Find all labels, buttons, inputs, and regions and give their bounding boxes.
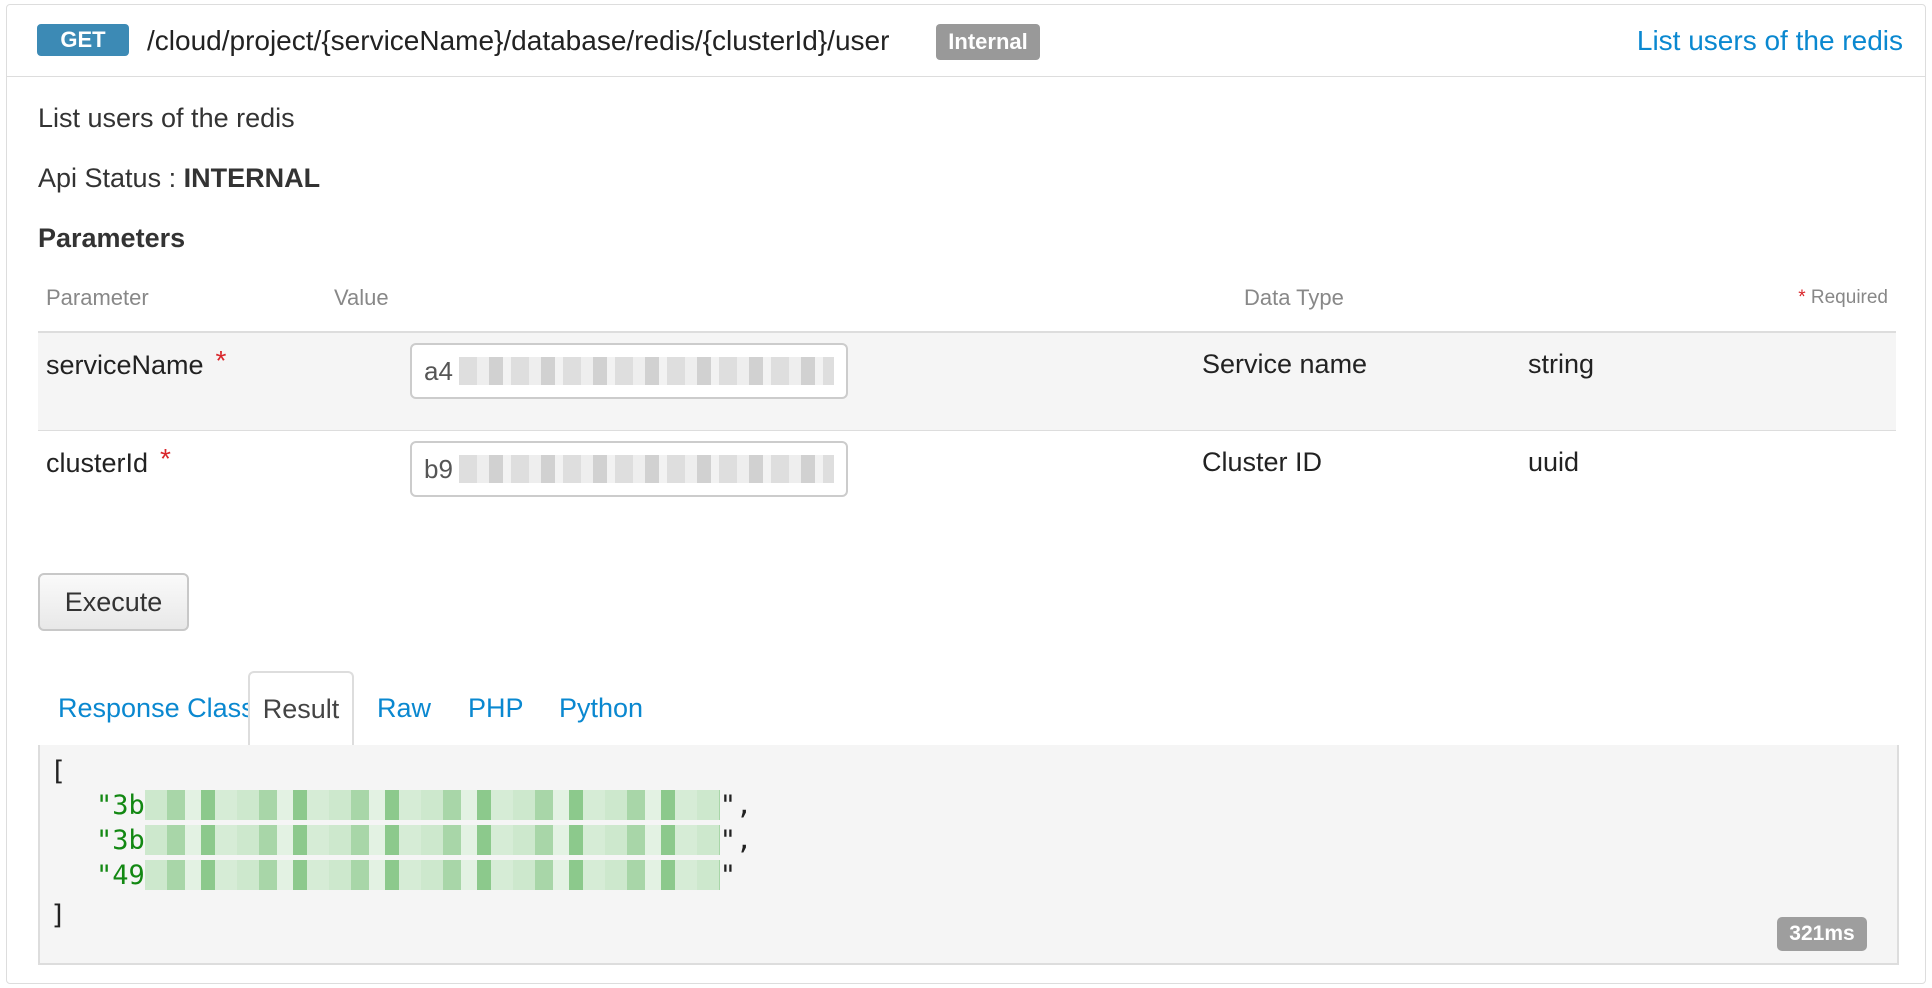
param-name-label: clusterId <box>46 448 149 478</box>
status-badge: Internal <box>936 24 1040 60</box>
json-open-bracket: [ <box>50 755 67 787</box>
param-name: clusterId * <box>46 443 171 479</box>
redacted-value <box>144 825 720 855</box>
cluster-id-input[interactable]: b9 <box>410 441 848 497</box>
json-line: "49 " <box>96 857 736 893</box>
response-time-badge: 321ms <box>1777 917 1867 951</box>
json-string-prefix: "3b <box>96 824 145 856</box>
redacted-value <box>144 790 720 820</box>
api-status-label: Api Status : <box>38 163 177 193</box>
column-header-data-type: Data Type <box>1244 285 1344 310</box>
column-header-parameter: Parameter <box>46 285 149 310</box>
execute-button[interactable]: Execute <box>38 573 189 631</box>
param-name-label: serviceName <box>46 350 204 380</box>
json-string-prefix: "49 <box>96 859 145 891</box>
http-method-badge: GET <box>37 24 129 56</box>
input-value: b9 <box>424 453 453 484</box>
tab-response-class[interactable]: Response Class <box>58 671 255 745</box>
table-row: serviceName * a4 Service name string <box>38 333 1896 431</box>
service-name-input[interactable]: a4 <box>410 343 848 399</box>
endpoint-header[interactable]: GET /cloud/project/{serviceName}/databas… <box>7 5 1925 77</box>
json-line: "3b ", <box>96 787 752 823</box>
result-pane[interactable]: [ "3b ", "3b ", "49 " ] 321ms <box>38 745 1899 965</box>
json-string-suffix: ", <box>719 824 753 856</box>
input-value: a4 <box>424 355 453 386</box>
json-string-prefix: "3b <box>96 789 145 821</box>
required-star: * <box>160 443 171 474</box>
api-status-value: INTERNAL <box>183 163 321 193</box>
param-data-type: uuid <box>1528 447 1580 477</box>
parameters-heading: Parameters <box>38 223 186 253</box>
json-string-suffix: " <box>719 859 737 891</box>
tab-php[interactable]: PHP <box>468 671 524 745</box>
param-description: Cluster ID <box>1202 447 1323 477</box>
redacted-value <box>458 357 834 385</box>
param-description: Service name <box>1202 349 1368 379</box>
param-name: serviceName * <box>46 345 226 381</box>
api-status: Api Status : INTERNAL <box>38 163 320 194</box>
tab-result[interactable]: Result <box>248 671 354 747</box>
json-line: "3b ", <box>96 822 752 858</box>
column-header-value: Value <box>334 285 389 310</box>
endpoint-description: List users of the redis <box>38 103 295 133</box>
endpoint-path[interactable]: /cloud/project/{serviceName}/database/re… <box>147 25 889 57</box>
endpoint-panel: GET /cloud/project/{serviceName}/databas… <box>6 4 1926 984</box>
required-star: * <box>215 345 227 376</box>
required-legend-label: Required <box>1810 287 1888 308</box>
tab-raw[interactable]: Raw <box>377 671 431 745</box>
redacted-value <box>144 860 720 890</box>
tab-python[interactable]: Python <box>559 671 643 745</box>
required-legend: * Required <box>1798 287 1888 309</box>
param-data-type: string <box>1528 349 1595 379</box>
json-string-suffix: ", <box>719 789 753 821</box>
response-tabs: Response Class Result Raw PHP Python <box>38 671 1899 747</box>
endpoint-summary-link[interactable]: List users of the redis <box>1637 25 1903 57</box>
json-close-bracket: ] <box>50 899 67 931</box>
table-row: clusterId * b9 Cluster ID uuid <box>38 431 1896 528</box>
required-star: * <box>1798 287 1806 308</box>
redacted-value <box>458 455 834 483</box>
